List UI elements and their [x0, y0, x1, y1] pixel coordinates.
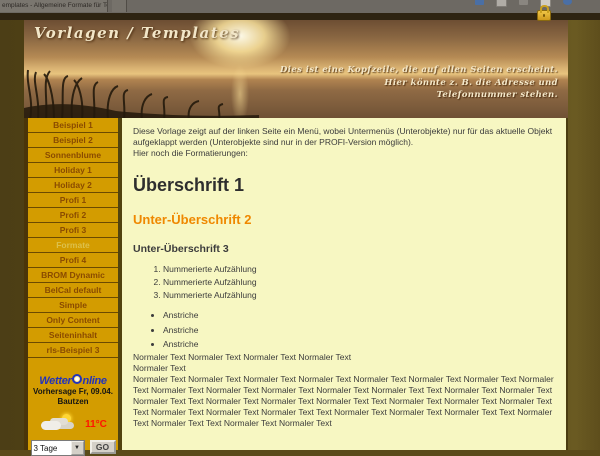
formats-intro-paragraph: Hier noch die Formatierungen: — [133, 148, 554, 159]
sidebar-item-sonnenblume[interactable]: Sonnenblume — [28, 148, 118, 163]
bullet-list-item: Anstriche — [163, 337, 554, 352]
tagline-line: Telefonnummer stehen. — [280, 89, 558, 102]
forecast-city-label: Bautzen — [28, 397, 118, 407]
heading-2: Unter-Überschrift 2 — [133, 212, 554, 227]
numbered-list: Nummerierte Aufzählung Nummerierte Aufzä… — [133, 263, 554, 302]
weather-go-button[interactable]: GO — [90, 440, 116, 454]
sidebar-item-rls-beispiel-3[interactable]: rls-Beispiel 3 — [28, 343, 118, 358]
padlock-icon[interactable] — [537, 10, 551, 21]
partly-cloudy-icon — [39, 414, 75, 434]
sidebar-item-profi-3[interactable]: Profi 3 — [28, 223, 118, 238]
heading-1: Überschrift 1 — [133, 175, 554, 195]
print-icon[interactable] — [496, 0, 507, 7]
long-text-paragraph: Normaler Text Normaler Text Normaler Tex… — [133, 374, 554, 429]
sidebar-item-profi-2[interactable]: Profi 2 — [28, 208, 118, 223]
header-tagline: Dies ist eine Kopfzeile, die auf allen S… — [280, 64, 558, 102]
sun-icon — [62, 414, 71, 423]
bullet-list-item: Anstriche — [163, 308, 554, 323]
heading-3: Unter-Überschrift 3 — [133, 243, 554, 255]
tagline-line: Dies ist eine Kopfzeile, die auf allen S… — [280, 64, 558, 77]
sidebar-item-profi-4[interactable]: Profi 4 — [28, 253, 118, 268]
forecast-date-label: Vorhersage Fr, 09.04. — [28, 387, 118, 397]
browser-minitab[interactable] — [112, 0, 127, 12]
tagline-line: Hier könnte z. B. die Adresse und — [280, 77, 558, 90]
browser-tab[interactable]: emplates - Allgemeine Formate für Texte … — [0, 0, 108, 12]
sidebar-menu: Beispiel 1 Beispiel 2 Sonnenblume Holida… — [24, 118, 118, 450]
wetteronline-logo[interactable]: Wetter nline — [28, 374, 118, 387]
help-icon[interactable] — [563, 0, 572, 5]
weather-widget: Wetter nline Vorhersage Fr, 09.04. Bautze… — [28, 374, 118, 456]
sun-o-icon — [72, 374, 82, 384]
sidebar-item-seiteninhalt[interactable]: Seiteninhalt — [28, 328, 118, 343]
intro-paragraph: Diese Vorlage zeigt auf der linken Seite… — [133, 126, 554, 148]
chevron-down-icon[interactable]: ▼ — [71, 441, 84, 455]
site-title: Vorlagen / Templates — [34, 24, 240, 42]
bullet-list-item: Anstriche — [163, 323, 554, 338]
forecast-range-select[interactable]: 3 Tage ▼ — [31, 440, 85, 456]
sidebar-item-brom-dynamic[interactable]: BROM Dynamic — [28, 268, 118, 283]
sidebar-item-simple[interactable]: Simple — [28, 298, 118, 313]
sidebar-item-formate[interactable]: Formate — [28, 238, 118, 253]
numbered-list-item: Nummerierte Aufzählung — [163, 263, 554, 276]
bookmark-icon[interactable] — [475, 0, 484, 5]
normal-text-paragraph: Normaler Text Normaler Text Normaler Tex… — [133, 352, 554, 374]
sidebar-item-only-content[interactable]: Only Content — [28, 313, 118, 328]
numbered-list-item: Nummerierte Aufzählung — [163, 289, 554, 302]
mail-icon[interactable] — [519, 0, 528, 5]
sidebar-item-holiday-2[interactable]: Holiday 2 — [28, 178, 118, 193]
sidebar-item-beispiel-2[interactable]: Beispiel 2 — [28, 133, 118, 148]
dune-grass-graphic — [24, 68, 259, 118]
browser-topbar: emplates - Allgemeine Formate für Texte … — [0, 0, 600, 14]
bullet-list: Anstriche Anstriche Anstriche — [133, 308, 554, 352]
sidebar-item-belcal-default[interactable]: BelCal default — [28, 283, 118, 298]
sidebar-item-beispiel-1[interactable]: Beispiel 1 — [28, 118, 118, 133]
normal-text-line: Normaler Text Normaler Text Normaler Tex… — [133, 352, 351, 362]
sidebar-item-profi-1[interactable]: Profi 1 — [28, 193, 118, 208]
temperature-value: 11°C — [85, 419, 107, 430]
numbered-list-item: Nummerierte Aufzählung — [163, 276, 554, 289]
sidebar-item-holiday-1[interactable]: Holiday 1 — [28, 163, 118, 178]
header-banner: Vorlagen / Templates Dies ist eine Kopfz… — [24, 20, 568, 118]
wetteronline-logo-suffix: nline — [83, 375, 107, 387]
browser-toolbar-icons — [475, 0, 572, 7]
normal-text-line: Normaler Text — [133, 363, 186, 373]
main-content: Diese Vorlage zeigt auf der linken Seite… — [122, 118, 568, 450]
wetteronline-logo-prefix: Wetter — [39, 375, 71, 387]
cloud-icon — [41, 421, 61, 430]
forecast-range-value: 3 Tage — [32, 444, 71, 453]
